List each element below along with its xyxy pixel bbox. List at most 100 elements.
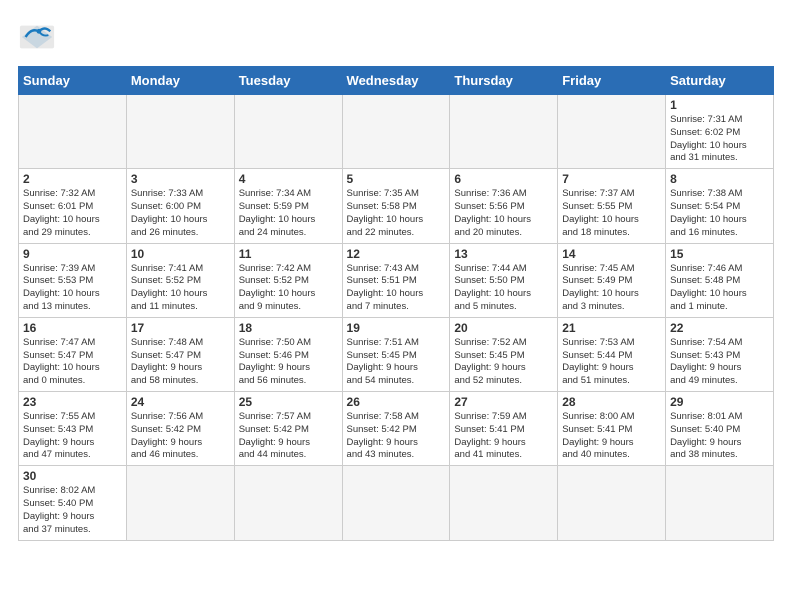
- day-info: Sunrise: 7:56 AMSunset: 5:42 PMDaylight:…: [131, 411, 230, 462]
- day-info: Sunrise: 7:57 AMSunset: 5:42 PMDaylight:…: [239, 411, 338, 462]
- day-cell: [666, 466, 774, 540]
- day-info: Sunrise: 7:36 AMSunset: 5:56 PMDaylight:…: [454, 188, 553, 239]
- weekday-wednesday: Wednesday: [342, 67, 450, 95]
- day-number: 3: [131, 172, 230, 186]
- day-cell: 4Sunrise: 7:34 AMSunset: 5:59 PMDaylight…: [234, 169, 342, 243]
- day-cell: 30 Sunrise: 8:02 AMSunset: 5:40 PMDayligh…: [19, 466, 127, 540]
- day-cell: 26 Sunrise: 7:58 AMSunset: 5:42 PMDayligh…: [342, 392, 450, 466]
- day-info: Sunrise: 7:48 AMSunset: 5:47 PMDaylight:…: [131, 337, 230, 388]
- page: SundayMondayTuesdayWednesdayThursdayFrid…: [0, 0, 792, 612]
- day-number: 14: [562, 247, 661, 261]
- day-cell: 16 Sunrise: 7:47 AMSunset: 5:47 PMDayligh…: [19, 317, 127, 391]
- logo: [18, 18, 62, 56]
- day-info: Sunrise: 7:52 AMSunset: 5:45 PMDaylight:…: [454, 337, 553, 388]
- day-cell: 3 Sunrise: 7:33 AMSunset: 6:00 PMDaylight…: [126, 169, 234, 243]
- day-cell: 24 Sunrise: 7:56 AMSunset: 5:42 PMDayligh…: [126, 392, 234, 466]
- day-info: Sunrise: 7:51 AMSunset: 5:45 PMDaylight:…: [347, 337, 446, 388]
- day-cell: 23Sunrise: 7:55 AMSunset: 5:43 PMDayligh…: [19, 392, 127, 466]
- day-number: 2: [23, 172, 122, 186]
- day-number: 4: [239, 172, 338, 186]
- day-info: Sunrise: 7:43 AMSunset: 5:51 PMDaylight:…: [347, 263, 446, 314]
- day-info: Sunrise: 7:59 AMSunset: 5:41 PMDaylight:…: [454, 411, 553, 462]
- day-info: Sunrise: 7:47 AMSunset: 5:47 PMDaylight:…: [23, 337, 122, 388]
- day-number: 26: [347, 395, 446, 409]
- day-cell: 1 Sunrise: 7:31 AMSunset: 6:02 PMDaylight…: [666, 95, 774, 169]
- day-info: Sunrise: 7:31 AMSunset: 6:02 PMDaylight:…: [670, 114, 769, 165]
- weekday-sunday: Sunday: [19, 67, 127, 95]
- day-cell: 25Sunrise: 7:57 AMSunset: 5:42 PMDayligh…: [234, 392, 342, 466]
- day-cell: [450, 95, 558, 169]
- weekday-tuesday: Tuesday: [234, 67, 342, 95]
- day-cell: 29 Sunrise: 8:01 AMSunset: 5:40 PMDayligh…: [666, 392, 774, 466]
- day-number: 16: [23, 321, 122, 335]
- day-cell: [126, 95, 234, 169]
- day-number: 9: [23, 247, 122, 261]
- day-number: 10: [131, 247, 230, 261]
- day-number: 11: [239, 247, 338, 261]
- day-info: Sunrise: 7:44 AMSunset: 5:50 PMDaylight:…: [454, 263, 553, 314]
- day-info: Sunrise: 7:58 AMSunset: 5:42 PMDaylight:…: [347, 411, 446, 462]
- day-info: Sunrise: 7:53 AMSunset: 5:44 PMDaylight:…: [562, 337, 661, 388]
- day-cell: 6 Sunrise: 7:36 AMSunset: 5:56 PMDaylight…: [450, 169, 558, 243]
- day-cell: 11Sunrise: 7:42 AMSunset: 5:52 PMDayligh…: [234, 243, 342, 317]
- day-info: Sunrise: 7:39 AMSunset: 5:53 PMDaylight:…: [23, 263, 122, 314]
- week-row-3: 16 Sunrise: 7:47 AMSunset: 5:47 PMDayligh…: [19, 317, 774, 391]
- day-cell: 12 Sunrise: 7:43 AMSunset: 5:51 PMDayligh…: [342, 243, 450, 317]
- day-cell: [19, 95, 127, 169]
- day-number: 29: [670, 395, 769, 409]
- week-row-4: 23Sunrise: 7:55 AMSunset: 5:43 PMDayligh…: [19, 392, 774, 466]
- header: [18, 18, 774, 56]
- day-cell: 14Sunrise: 7:45 AMSunset: 5:49 PMDayligh…: [558, 243, 666, 317]
- day-info: Sunrise: 7:33 AMSunset: 6:00 PMDaylight:…: [131, 188, 230, 239]
- day-cell: 17 Sunrise: 7:48 AMSunset: 5:47 PMDayligh…: [126, 317, 234, 391]
- day-info: Sunrise: 7:54 AMSunset: 5:43 PMDaylight:…: [670, 337, 769, 388]
- day-number: 1: [670, 98, 769, 112]
- day-cell: [342, 95, 450, 169]
- day-info: Sunrise: 7:35 AMSunset: 5:58 PMDaylight:…: [347, 188, 446, 239]
- week-row-2: 9 Sunrise: 7:39 AMSunset: 5:53 PMDaylight…: [19, 243, 774, 317]
- day-number: 21: [562, 321, 661, 335]
- day-cell: [558, 466, 666, 540]
- day-number: 27: [454, 395, 553, 409]
- day-number: 5: [347, 172, 446, 186]
- day-number: 6: [454, 172, 553, 186]
- day-cell: [558, 95, 666, 169]
- day-info: Sunrise: 7:55 AMSunset: 5:43 PMDaylight:…: [23, 411, 122, 462]
- week-row-1: 2 Sunrise: 7:32 AMSunset: 6:01 PMDaylight…: [19, 169, 774, 243]
- day-cell: 22 Sunrise: 7:54 AMSunset: 5:43 PMDayligh…: [666, 317, 774, 391]
- day-number: 20: [454, 321, 553, 335]
- day-number: 28: [562, 395, 661, 409]
- day-cell: 19 Sunrise: 7:51 AMSunset: 5:45 PMDayligh…: [342, 317, 450, 391]
- day-info: Sunrise: 7:46 AMSunset: 5:48 PMDaylight:…: [670, 263, 769, 314]
- weekday-saturday: Saturday: [666, 67, 774, 95]
- day-number: 8: [670, 172, 769, 186]
- day-number: 19: [347, 321, 446, 335]
- week-row-0: 1 Sunrise: 7:31 AMSunset: 6:02 PMDaylight…: [19, 95, 774, 169]
- week-row-5: 30 Sunrise: 8:02 AMSunset: 5:40 PMDayligh…: [19, 466, 774, 540]
- day-cell: 20 Sunrise: 7:52 AMSunset: 5:45 PMDayligh…: [450, 317, 558, 391]
- day-cell: 9 Sunrise: 7:39 AMSunset: 5:53 PMDaylight…: [19, 243, 127, 317]
- weekday-monday: Monday: [126, 67, 234, 95]
- day-cell: 7Sunrise: 7:37 AMSunset: 5:55 PMDaylight…: [558, 169, 666, 243]
- day-cell: 2 Sunrise: 7:32 AMSunset: 6:01 PMDaylight…: [19, 169, 127, 243]
- day-number: 24: [131, 395, 230, 409]
- day-info: Sunrise: 7:32 AMSunset: 6:01 PMDaylight:…: [23, 188, 122, 239]
- day-cell: [234, 95, 342, 169]
- day-info: Sunrise: 8:00 AMSunset: 5:41 PMDaylight:…: [562, 411, 661, 462]
- day-number: 15: [670, 247, 769, 261]
- day-number: 13: [454, 247, 553, 261]
- day-cell: 8 Sunrise: 7:38 AMSunset: 5:54 PMDaylight…: [666, 169, 774, 243]
- day-info: Sunrise: 7:38 AMSunset: 5:54 PMDaylight:…: [670, 188, 769, 239]
- day-cell: 5 Sunrise: 7:35 AMSunset: 5:58 PMDaylight…: [342, 169, 450, 243]
- weekday-thursday: Thursday: [450, 67, 558, 95]
- day-number: 12: [347, 247, 446, 261]
- day-number: 22: [670, 321, 769, 335]
- day-cell: [450, 466, 558, 540]
- day-cell: 15 Sunrise: 7:46 AMSunset: 5:48 PMDayligh…: [666, 243, 774, 317]
- day-info: Sunrise: 8:01 AMSunset: 5:40 PMDaylight:…: [670, 411, 769, 462]
- day-info: Sunrise: 7:41 AMSunset: 5:52 PMDaylight:…: [131, 263, 230, 314]
- day-info: Sunrise: 8:02 AMSunset: 5:40 PMDaylight:…: [23, 485, 122, 536]
- day-number: 17: [131, 321, 230, 335]
- day-cell: 13 Sunrise: 7:44 AMSunset: 5:50 PMDayligh…: [450, 243, 558, 317]
- day-number: 30: [23, 469, 122, 483]
